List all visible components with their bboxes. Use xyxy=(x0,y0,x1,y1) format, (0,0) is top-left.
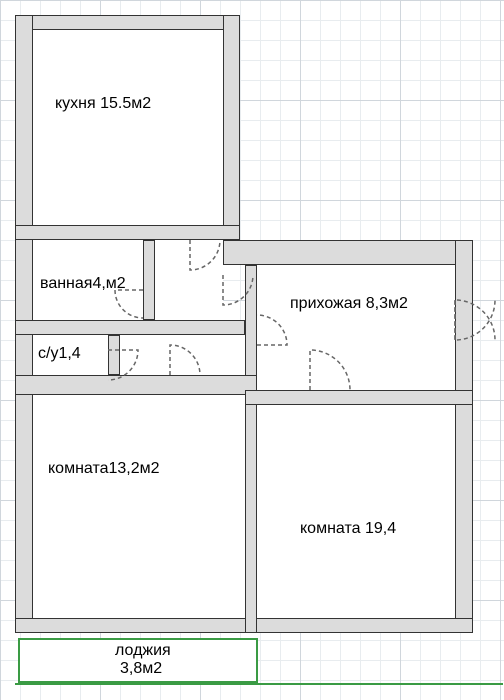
room-hall xyxy=(257,265,455,390)
room-corridor-upper xyxy=(155,240,223,320)
wall-hall-left xyxy=(245,265,257,633)
wall-mid-top xyxy=(223,240,473,265)
room-corridor-lower xyxy=(120,335,245,375)
label-kitchen: кухня 15.5м2 xyxy=(55,95,151,113)
label-room1: комната13,2м2 xyxy=(48,460,160,478)
wall-bath-right xyxy=(143,240,155,320)
wall-kitchen-right xyxy=(223,15,240,240)
wall-kitchen-bottom xyxy=(15,225,240,240)
label-hall: прихожая 8,3м2 xyxy=(290,295,408,313)
wall-bottom-right xyxy=(245,618,473,633)
floor-plan: кухня 15.5м2 ванная4,м2 с/у1,4 прихожая … xyxy=(0,0,504,700)
wall-below-corridor xyxy=(15,375,257,395)
wall-bath-bottom xyxy=(15,320,245,335)
wall-hall-bottom xyxy=(245,390,473,405)
room-kitchen xyxy=(33,30,223,225)
label-balcony: лоджия xyxy=(115,642,171,660)
room-room2 xyxy=(257,405,455,618)
label-balcony-area: 3,8м2 xyxy=(120,660,162,678)
room-room1 xyxy=(33,395,245,618)
label-bath: ванная4,м2 xyxy=(40,275,126,293)
wall-outer-right xyxy=(455,240,473,633)
wall-wc-right xyxy=(108,335,120,375)
balcony-edge xyxy=(15,683,503,685)
wall-outer-top-left xyxy=(15,15,240,30)
label-wc: с/у1,4 xyxy=(38,345,81,363)
label-room2: комната 19,4 xyxy=(300,520,396,538)
wall-bottom-left xyxy=(15,618,260,633)
